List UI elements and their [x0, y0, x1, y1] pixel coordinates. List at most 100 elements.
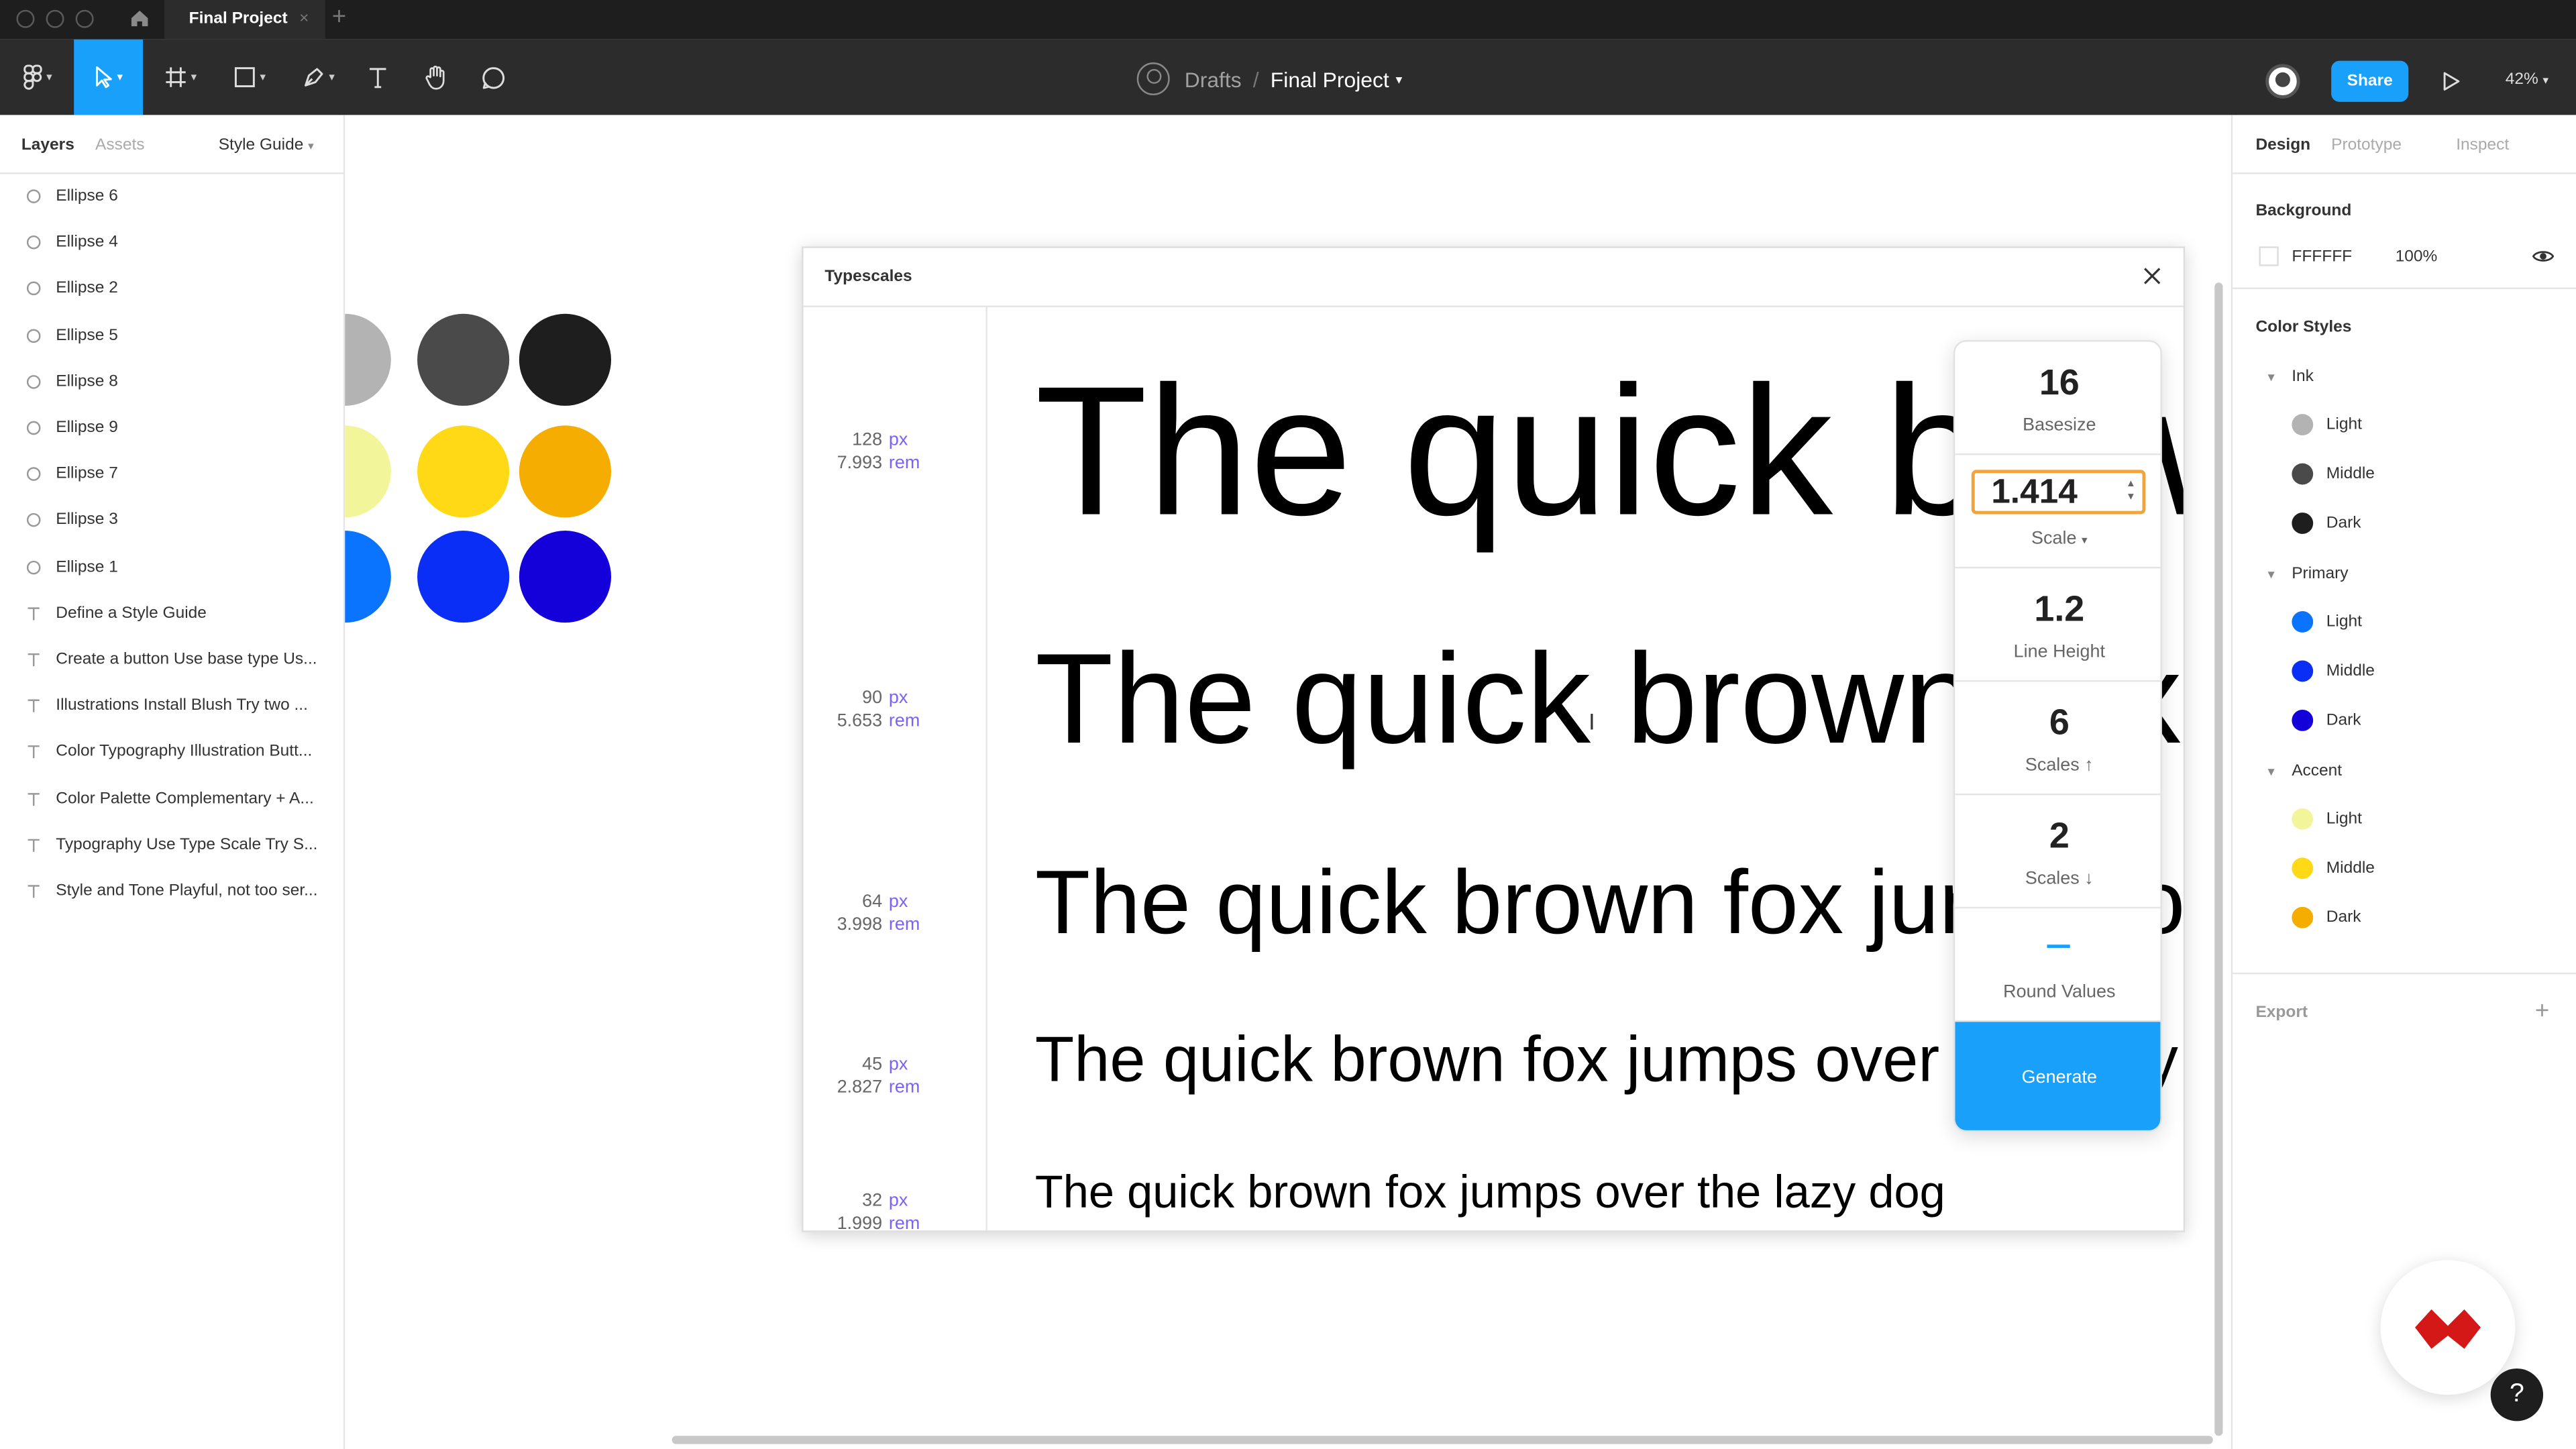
scales-up-setting[interactable]: 6 Scales ↑	[1955, 682, 2161, 796]
layer-row[interactable]: Define a Style Guide	[0, 591, 345, 637]
figma-logo-icon	[23, 64, 43, 90]
tab-close-icon[interactable]: ×	[299, 0, 309, 40]
color-style-swatch	[2292, 857, 2314, 879]
color-style-item[interactable]: Light	[2292, 414, 2362, 435]
color-style-item[interactable]: Middle	[2292, 463, 2375, 485]
move-tool-button[interactable]: ▾	[74, 39, 144, 115]
share-button[interactable]: Share	[2331, 60, 2409, 102]
color-ellipse[interactable]	[417, 425, 510, 518]
eye-icon[interactable]	[2532, 248, 2555, 264]
color-style-item[interactable]: Dark	[2292, 906, 2361, 928]
background-hex[interactable]: FFFFFF	[2292, 248, 2352, 266]
layer-row[interactable]: Ellipse 3	[0, 498, 345, 545]
window-close-button[interactable]	[16, 9, 35, 28]
shape-tool-button[interactable]: ▾	[223, 40, 276, 115]
horizontal-scrollbar[interactable]	[672, 1436, 2213, 1444]
color-style-item[interactable]: Dark	[2292, 709, 2361, 731]
close-icon[interactable]	[2142, 266, 2161, 286]
layer-row[interactable]: Ellipse 4	[0, 221, 345, 267]
layer-row[interactable]: Ellipse 2	[0, 267, 345, 313]
user-avatar[interactable]	[2265, 64, 2300, 99]
round-values-toggle[interactable]	[2047, 945, 2070, 949]
color-ellipse[interactable]	[345, 425, 391, 518]
line-height-setting[interactable]: 1.2 Line Height	[1955, 568, 2161, 682]
home-icon[interactable]	[128, 7, 151, 30]
layer-row[interactable]: Ellipse 5	[0, 313, 345, 360]
tab-assets[interactable]: Assets	[95, 136, 145, 154]
breadcrumb-drafts[interactable]: Drafts	[1185, 66, 1242, 91]
tab-layers[interactable]: Layers	[21, 136, 74, 154]
tab-prototype[interactable]: Prototype	[2331, 136, 2402, 154]
hand-tool-button[interactable]	[419, 40, 451, 115]
page-selector[interactable]: Style Guide ▾	[219, 136, 314, 154]
tab-inspect[interactable]: Inspect	[2456, 136, 2509, 154]
basesize-setting[interactable]: 16 Basesize	[1955, 341, 2161, 455]
scales-up-value[interactable]: 6	[1955, 702, 2160, 745]
color-style-item[interactable]: Middle	[2292, 857, 2375, 879]
background-swatch[interactable]	[2259, 246, 2279, 266]
frame-tool-button[interactable]: ▾	[154, 40, 207, 115]
color-style-item[interactable]: Light	[2292, 611, 2362, 633]
brand-logo-badge[interactable]	[2380, 1260, 2516, 1395]
window-maximize-button[interactable]	[75, 9, 94, 28]
layer-row[interactable]: Create a button Use base type Us...	[0, 637, 345, 684]
scale-dropdown[interactable]: Scale ▾	[1955, 529, 2160, 549]
background-opacity[interactable]: 100%	[2396, 248, 2438, 266]
ellipse-icon	[26, 189, 41, 209]
scales-down-value[interactable]: 2	[1955, 815, 2160, 858]
layer-row[interactable]: Color Palette Complementary + A...	[0, 776, 345, 822]
layer-row[interactable]: Style and Tone Playful, not too ser...	[0, 869, 345, 916]
layer-name: Ellipse 8	[56, 372, 118, 391]
px-value: 64	[862, 892, 883, 912]
ellipse-icon	[26, 467, 41, 486]
color-ellipse[interactable]	[519, 313, 612, 406]
main-menu-button[interactable]: ▾	[13, 40, 62, 115]
pen-tool-button[interactable]: ▾	[292, 40, 345, 115]
file-title[interactable]: Final Project	[1271, 66, 1389, 91]
color-ellipse[interactable]	[417, 313, 510, 406]
basesize-value[interactable]: 16	[1955, 362, 2160, 405]
window-minimize-button[interactable]	[46, 9, 64, 28]
layer-row[interactable]: Ellipse 9	[0, 406, 345, 452]
scale-input[interactable]: 1.414 ▲ ▼	[1971, 470, 2146, 515]
layer-row[interactable]: Ellipse 8	[0, 360, 345, 406]
line-height-value[interactable]: 1.2	[1955, 588, 2160, 631]
layer-row[interactable]: Illustrations Install Blush Try two ...	[0, 684, 345, 730]
color-style-swatch	[2292, 463, 2314, 485]
help-button[interactable]: ?	[2490, 1368, 2544, 1421]
zoom-dropdown[interactable]: 42% ▾	[2506, 70, 2548, 89]
comment-tool-button[interactable]	[476, 40, 509, 115]
present-play-icon[interactable]	[2441, 70, 2461, 92]
layer-name: Illustrations Install Blush Try two ...	[56, 696, 308, 715]
layer-row[interactable]: Typography Use Type Scale Try S...	[0, 822, 345, 869]
color-style-item[interactable]: Dark	[2292, 513, 2361, 534]
color-style-item[interactable]: Middle	[2292, 660, 2375, 682]
layer-row[interactable]: Ellipse 7	[0, 452, 345, 498]
text-tool-button[interactable]	[362, 40, 394, 115]
scales-down-setting[interactable]: 2 Scales ↓	[1955, 795, 2161, 909]
scale-stepper-icon[interactable]: ▲ ▼	[2126, 478, 2136, 504]
canvas[interactable]: Typescales 128 px 7.993 rem 90 px 5.653 rem 64 px…	[345, 115, 2231, 1449]
color-ellipse[interactable]	[519, 425, 612, 518]
generate-button[interactable]: Generate	[1955, 1022, 2161, 1130]
color-ellipse[interactable]	[417, 531, 510, 623]
color-style-item[interactable]: Light	[2292, 808, 2362, 830]
style-group-accent[interactable]: ▼ Accent	[2265, 762, 2342, 780]
add-export-button[interactable]: +	[2535, 998, 2549, 1026]
vertical-scrollbar[interactable]	[2214, 282, 2223, 1436]
color-ellipse[interactable]	[345, 531, 391, 623]
chevron-down-icon[interactable]: ▾	[1396, 72, 1403, 87]
color-ellipse[interactable]	[519, 531, 612, 623]
color-ellipse[interactable]	[345, 313, 391, 406]
layer-row[interactable]: Ellipse 6	[0, 174, 345, 221]
new-tab-button[interactable]: +	[332, 3, 346, 32]
style-group-ink[interactable]: ▼ Ink	[2265, 368, 2314, 386]
style-group-primary[interactable]: ▼ Primary	[2265, 565, 2348, 583]
round-values-setting: Round Values	[1955, 908, 2161, 1022]
file-tab[interactable]: Final Project ×	[164, 0, 325, 40]
layer-row[interactable]: Color Typography Illustration Butt...	[0, 730, 345, 776]
layer-row[interactable]: Ellipse 1	[0, 545, 345, 591]
tab-design[interactable]: Design	[2255, 136, 2310, 154]
text-layer-icon	[26, 698, 41, 718]
color-style-name: Light	[2326, 612, 2362, 631]
